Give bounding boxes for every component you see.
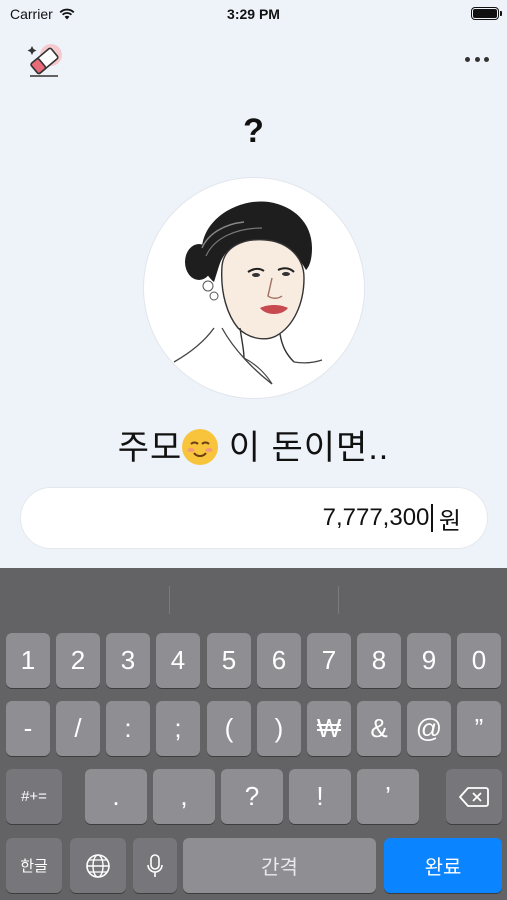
backspace-icon xyxy=(459,786,489,807)
globe-key[interactable] xyxy=(70,838,126,893)
key[interactable]: 7 xyxy=(307,633,351,688)
key[interactable]: @ xyxy=(407,701,451,756)
microphone-icon xyxy=(147,853,163,877)
status-bar: Carrier 3:29 PM xyxy=(0,0,507,28)
key[interactable]: 6 xyxy=(257,633,301,688)
key[interactable]: ( xyxy=(207,701,251,756)
text-caret xyxy=(431,504,433,532)
key[interactable]: ? xyxy=(221,769,283,824)
battery-icon xyxy=(471,7,502,20)
key[interactable]: 1 xyxy=(6,633,50,688)
smiling-face-emoji-icon xyxy=(182,429,219,465)
symbols-toggle-key[interactable]: #+= xyxy=(6,769,62,824)
key[interactable]: 4 xyxy=(156,633,200,688)
key[interactable]: ; xyxy=(156,701,200,756)
key[interactable]: 9 xyxy=(407,633,451,688)
amount-input[interactable]: 7,777,300 원 xyxy=(20,487,488,549)
portrait-image xyxy=(143,177,365,399)
key[interactable]: 2 xyxy=(56,633,100,688)
done-key[interactable]: 완료 xyxy=(384,838,502,893)
microphone-key[interactable] xyxy=(133,838,177,893)
suggestion-divider xyxy=(169,586,170,614)
key[interactable]: ₩ xyxy=(307,701,351,756)
amount-value: 7,777,300 xyxy=(322,504,430,531)
eraser-icon xyxy=(27,44,62,77)
status-time: 3:29 PM xyxy=(227,6,280,22)
key[interactable]: ’ xyxy=(357,769,419,824)
more-dot xyxy=(465,56,470,62)
key[interactable]: ! xyxy=(289,769,351,824)
key[interactable]: 5 xyxy=(207,633,251,688)
key[interactable]: ) xyxy=(257,701,301,756)
more-button[interactable] xyxy=(465,50,489,68)
keyboard: 1 2 3 4 5 6 7 8 9 0 - / : ; ( ) ₩ & @ ” … xyxy=(0,568,507,900)
key[interactable]: . xyxy=(85,769,147,824)
space-key[interactable]: 간격 xyxy=(183,838,376,893)
eraser-button[interactable] xyxy=(24,42,64,80)
key[interactable]: 3 xyxy=(106,633,150,688)
caption-text: 이 돈이면.. xyxy=(228,429,390,467)
suggestion-bar xyxy=(0,568,507,624)
caption: 주모 이 돈이면.. xyxy=(0,420,507,469)
key[interactable]: - xyxy=(6,701,50,756)
globe-icon xyxy=(86,853,110,878)
language-key[interactable]: 한글 xyxy=(6,838,62,893)
more-dot xyxy=(474,56,480,62)
key[interactable]: / xyxy=(56,701,100,756)
battery-fill xyxy=(473,9,497,18)
question-mark: ? xyxy=(243,112,264,150)
key[interactable]: 0 xyxy=(457,633,501,688)
portrait-illustration xyxy=(173,201,323,385)
caption-name: 주모 xyxy=(117,429,183,467)
more-dot xyxy=(484,56,489,62)
key[interactable]: ” xyxy=(457,701,501,756)
key[interactable]: , xyxy=(153,769,215,824)
amount-unit: 원 xyxy=(438,507,461,535)
key[interactable]: : xyxy=(106,701,150,756)
suggestion-divider xyxy=(338,586,339,614)
backspace-key[interactable] xyxy=(446,769,502,824)
key[interactable]: & xyxy=(357,701,401,756)
key[interactable]: 8 xyxy=(357,633,401,688)
